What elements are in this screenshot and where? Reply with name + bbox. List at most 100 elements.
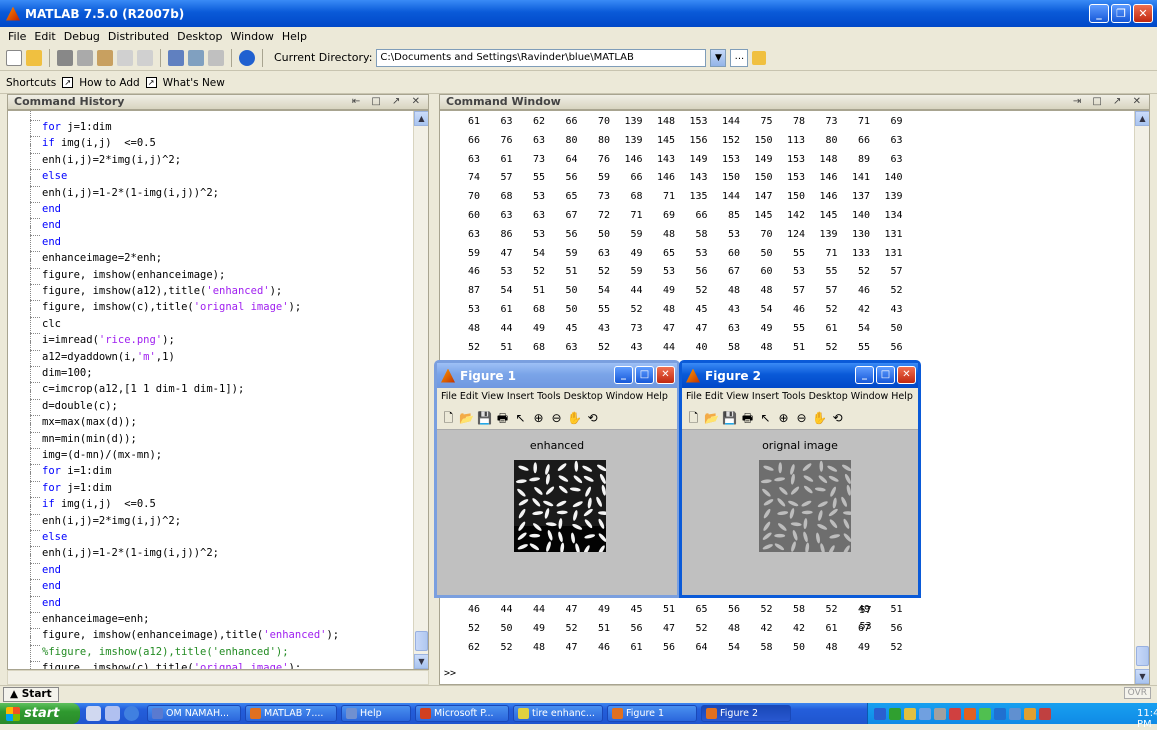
scroll-thumb[interactable] (1136, 646, 1149, 666)
quick-launch-icon[interactable] (105, 706, 120, 721)
zoom-in-icon[interactable]: ⊕ (531, 411, 546, 425)
ovr-indicator: OVR (1123, 687, 1151, 699)
tray-icon[interactable] (1039, 707, 1051, 720)
minimize-button[interactable]: _ (614, 366, 633, 384)
taskbar-button[interactable]: OM NAMAH... (147, 705, 241, 722)
pan-icon[interactable]: ✋ (567, 411, 582, 425)
taskbar-button[interactable]: Help (341, 705, 411, 722)
minimize-button[interactable]: _ (855, 366, 874, 384)
maximize-button[interactable]: □ (635, 366, 654, 384)
tray-icon[interactable] (889, 707, 901, 720)
command-history-header[interactable]: Command History ⇤ □ ↗ ✕ (7, 94, 429, 110)
current-directory-field[interactable]: C:\Documents and Settings\Ravinder\blue\… (376, 48, 707, 67)
panel-controls[interactable]: ⇥ □ ↗ ✕ (1073, 95, 1145, 109)
cut-icon[interactable] (57, 49, 73, 66)
tray-icon[interactable] (919, 707, 931, 720)
panel-controls[interactable]: ⇤ □ ↗ ✕ (352, 95, 424, 109)
browser-icon[interactable] (124, 706, 139, 721)
quick-launch-icon[interactable] (86, 706, 101, 721)
rotate-icon[interactable]: ⟲ (830, 411, 845, 425)
save-icon[interactable]: 💾 (722, 411, 737, 425)
taskbar-button[interactable]: Microsoft P... (415, 705, 509, 722)
menu-help[interactable]: Help (282, 30, 307, 43)
menu-edit[interactable]: Edit (34, 30, 55, 43)
new-file-icon[interactable] (6, 49, 22, 66)
tray-icon[interactable] (994, 707, 1006, 720)
save-icon[interactable]: 💾 (477, 411, 492, 425)
chevron-down-icon[interactable]: ▼ (710, 48, 727, 67)
history-scrollbar[interactable]: ▲ ▼ (413, 111, 428, 669)
open-folder-icon[interactable]: 📂 (704, 411, 719, 425)
tray-icon[interactable] (934, 707, 946, 720)
new-file-icon[interactable]: 🗋 (441, 411, 456, 425)
minimize-button[interactable]: _ (1089, 4, 1109, 23)
profiler-icon[interactable] (208, 49, 224, 66)
whats-new-link[interactable]: What's New (163, 77, 225, 89)
scroll-up-icon[interactable]: ▲ (1135, 111, 1149, 126)
new-file-icon[interactable]: 🗋 (686, 411, 701, 425)
pointer-icon[interactable]: ↖ (758, 411, 773, 425)
how-to-add-link[interactable]: How to Add (79, 77, 139, 89)
print-icon[interactable]: 🖶 (495, 411, 510, 425)
output-cell: 52 (500, 641, 513, 653)
browse-button[interactable]: ... (730, 48, 749, 67)
taskbar-button[interactable]: Figure 2 (701, 705, 791, 722)
close-button[interactable]: ✕ (897, 366, 916, 384)
paste-icon[interactable] (97, 49, 113, 66)
figure-2-menu[interactable]: File Edit View Insert Tools Desktop Wind… (682, 388, 918, 406)
open-folder-icon[interactable]: 📂 (459, 411, 474, 425)
tray-icon[interactable] (949, 707, 961, 720)
figure-2-window[interactable]: Figure 2 _ □ ✕ File Edit View Insert Too… (679, 360, 921, 598)
taskbar-button[interactable]: Figure 1 (607, 705, 697, 722)
scroll-down-icon[interactable]: ▼ (1135, 669, 1149, 684)
zoom-out-icon[interactable]: ⊖ (794, 411, 809, 425)
menu-distributed[interactable]: Distributed (108, 30, 169, 43)
command-scrollbar[interactable]: ▲ ▼ (1134, 111, 1149, 684)
close-button[interactable]: ✕ (656, 366, 675, 384)
menu-desktop[interactable]: Desktop (177, 30, 222, 43)
scroll-thumb[interactable] (415, 631, 428, 651)
open-folder-icon[interactable] (26, 49, 42, 66)
help-icon[interactable] (239, 49, 255, 66)
windows-start-button[interactable]: start (0, 703, 80, 724)
command-prompt[interactable]: >> (444, 668, 456, 679)
scroll-up-icon[interactable]: ▲ (414, 111, 428, 126)
title-bar[interactable]: MATLAB 7.5.0 (R2007b) _ ❐ ✕ (0, 0, 1157, 27)
tray-icon[interactable] (874, 707, 886, 720)
figure-1-window[interactable]: Figure 1 _ □ ✕ File Edit View Insert Too… (434, 360, 680, 598)
close-button[interactable]: ✕ (1133, 4, 1153, 23)
taskbar-button[interactable]: MATLAB 7.... (245, 705, 337, 722)
maximize-button[interactable]: ❐ (1111, 4, 1131, 23)
maximize-button[interactable]: □ (876, 366, 895, 384)
history-horizontal-scrollbar[interactable] (7, 670, 429, 685)
history-entry[interactable]: figure, imshow(c),title('orignal image')… (8, 652, 301, 669)
matlab-start-button[interactable]: ▲ Start (3, 687, 59, 702)
command-history-panel[interactable]: for j=1:dim if img(i,j) <=0.5 enh(i,j)=2*i… (7, 110, 429, 670)
zoom-in-icon[interactable]: ⊕ (776, 411, 791, 425)
pan-icon[interactable]: ✋ (812, 411, 827, 425)
copy-icon[interactable] (77, 49, 93, 66)
tray-icon[interactable] (964, 707, 976, 720)
tray-icon[interactable] (904, 707, 916, 720)
pointer-icon[interactable]: ↖ (513, 411, 528, 425)
rotate-icon[interactable]: ⟲ (585, 411, 600, 425)
tray-icon[interactable] (1024, 707, 1036, 720)
undo-icon[interactable] (117, 49, 133, 66)
taskbar-button[interactable]: tire enhanc... (513, 705, 603, 722)
figure-2-title-bar[interactable]: Figure 2 _ □ ✕ (682, 363, 918, 388)
figure-1-title-bar[interactable]: Figure 1 _ □ ✕ (437, 363, 677, 388)
scroll-down-icon[interactable]: ▼ (414, 654, 428, 669)
command-window-header[interactable]: Command Window ⇥ □ ↗ ✕ (439, 94, 1150, 110)
figure-1-menu[interactable]: File Edit View Insert Tools Desktop Wind… (437, 388, 677, 406)
tray-icon[interactable] (979, 707, 991, 720)
simulink-icon[interactable] (168, 49, 184, 66)
menu-debug[interactable]: Debug (64, 30, 100, 43)
guide-icon[interactable] (188, 49, 204, 66)
menu-file[interactable]: File (8, 30, 26, 43)
tray-icon[interactable] (1009, 707, 1021, 720)
up-folder-icon[interactable] (752, 50, 767, 65)
redo-icon[interactable] (137, 49, 153, 66)
menu-window[interactable]: Window (230, 30, 273, 43)
zoom-out-icon[interactable]: ⊖ (549, 411, 564, 425)
print-icon[interactable]: 🖶 (740, 411, 755, 425)
